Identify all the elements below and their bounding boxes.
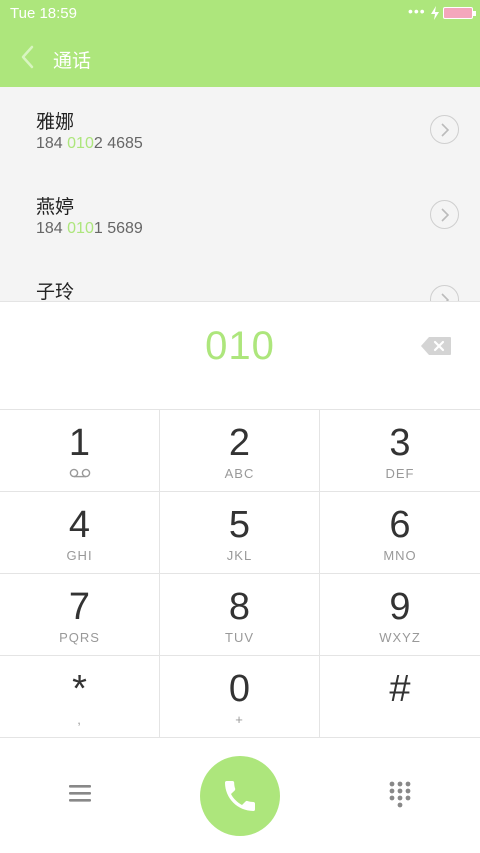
chevron-right-icon: [441, 208, 450, 222]
number-match-highlight: 010: [67, 220, 94, 237]
dial-display: 010: [0, 301, 480, 409]
back-chevron-icon[interactable]: [16, 44, 40, 70]
key-letters: GHI: [66, 548, 93, 563]
key-digit: 7: [68, 586, 91, 628]
number-match-highlight: 010: [67, 135, 94, 152]
key-letters: WXYZ: [379, 630, 421, 645]
contact-item[interactable]: 子玲: [0, 257, 480, 301]
key-digit: #: [389, 668, 411, 710]
key-7[interactable]: 7 PQRS: [0, 574, 160, 656]
key-3[interactable]: 3 DEF: [320, 410, 480, 492]
key-letters: MNO: [383, 548, 417, 563]
dialpad-icon[interactable]: [386, 779, 414, 809]
contact-detail-button[interactable]: [430, 115, 459, 144]
contact-number: 184 0102 4685: [36, 135, 143, 152]
key-letters: ,: [77, 712, 82, 727]
key-digit: *: [72, 668, 87, 710]
status-time: Tue 18:59: [10, 5, 77, 22]
key-2[interactable]: 2 ABC: [160, 410, 320, 492]
key-9[interactable]: 9 WXYZ: [320, 574, 480, 656]
key-digit: 6: [389, 504, 411, 546]
call-button[interactable]: [200, 756, 280, 836]
key-0[interactable]: 0 +: [160, 656, 320, 738]
key-digit: 0: [228, 668, 251, 710]
key-digit: 8: [228, 586, 251, 628]
key-letters: ABC: [224, 466, 255, 481]
contact-name: 子玲: [36, 282, 75, 301]
contact-item[interactable]: 雅娜 184 0102 4685: [0, 87, 480, 172]
contact-detail-button[interactable]: [430, 200, 459, 229]
key-5[interactable]: 5 JKL: [160, 492, 320, 574]
signal-dots-icon: •••: [408, 3, 426, 19]
key-digit: 2: [228, 422, 251, 464]
contact-name: 雅娜: [36, 112, 75, 133]
key-8[interactable]: 8 TUV: [160, 574, 320, 656]
phone-icon: [225, 781, 255, 811]
key-digit: 3: [389, 422, 411, 464]
key-digit: 4: [68, 504, 91, 546]
battery-icon: [443, 7, 476, 19]
key-letters: TUV: [225, 630, 254, 645]
key-letters: +: [235, 712, 244, 727]
key-letters: PQRS: [59, 630, 100, 645]
contact-name: 燕婷: [36, 197, 75, 218]
status-bar: Tue 18:59 •••: [0, 0, 480, 28]
key-4[interactable]: 4 GHI: [0, 492, 160, 574]
contact-suggestion-list: 雅娜 184 0102 4685 燕婷 184 0101 5689 子玲: [0, 87, 480, 301]
charging-icon: [431, 6, 439, 20]
key-letters: DEF: [385, 466, 415, 481]
dialer-action-bar: [0, 739, 480, 853]
key-digit: 1: [68, 422, 91, 464]
key-letters: JKL: [226, 548, 253, 563]
voicemail-icon: [69, 468, 91, 478]
page-title: 通话: [53, 51, 92, 72]
dialed-number: 010: [205, 324, 275, 368]
dial-keypad: 1 2 ABC 3 DEF 4 GHI 5 JKL 6 MNO 7 PQRS 8…: [0, 409, 480, 739]
top-bar: Tue 18:59 ••• 通话: [0, 0, 480, 87]
contact-number: 184 0101 5689: [36, 220, 143, 237]
key-6[interactable]: 6 MNO: [320, 492, 480, 574]
backspace-icon[interactable]: [420, 336, 452, 356]
chevron-right-icon: [441, 123, 450, 137]
menu-icon[interactable]: [66, 781, 94, 805]
key-digit: 9: [389, 586, 411, 628]
chevron-right-icon: [441, 293, 450, 301]
contact-item[interactable]: 燕婷 184 0101 5689: [0, 172, 480, 257]
key-digit: 5: [228, 504, 251, 546]
contact-detail-button[interactable]: [430, 285, 459, 301]
app-header: 通话: [0, 28, 480, 87]
key-1[interactable]: 1: [0, 410, 160, 492]
key-hash[interactable]: #: [320, 656, 480, 738]
key-star[interactable]: * ,: [0, 656, 160, 738]
